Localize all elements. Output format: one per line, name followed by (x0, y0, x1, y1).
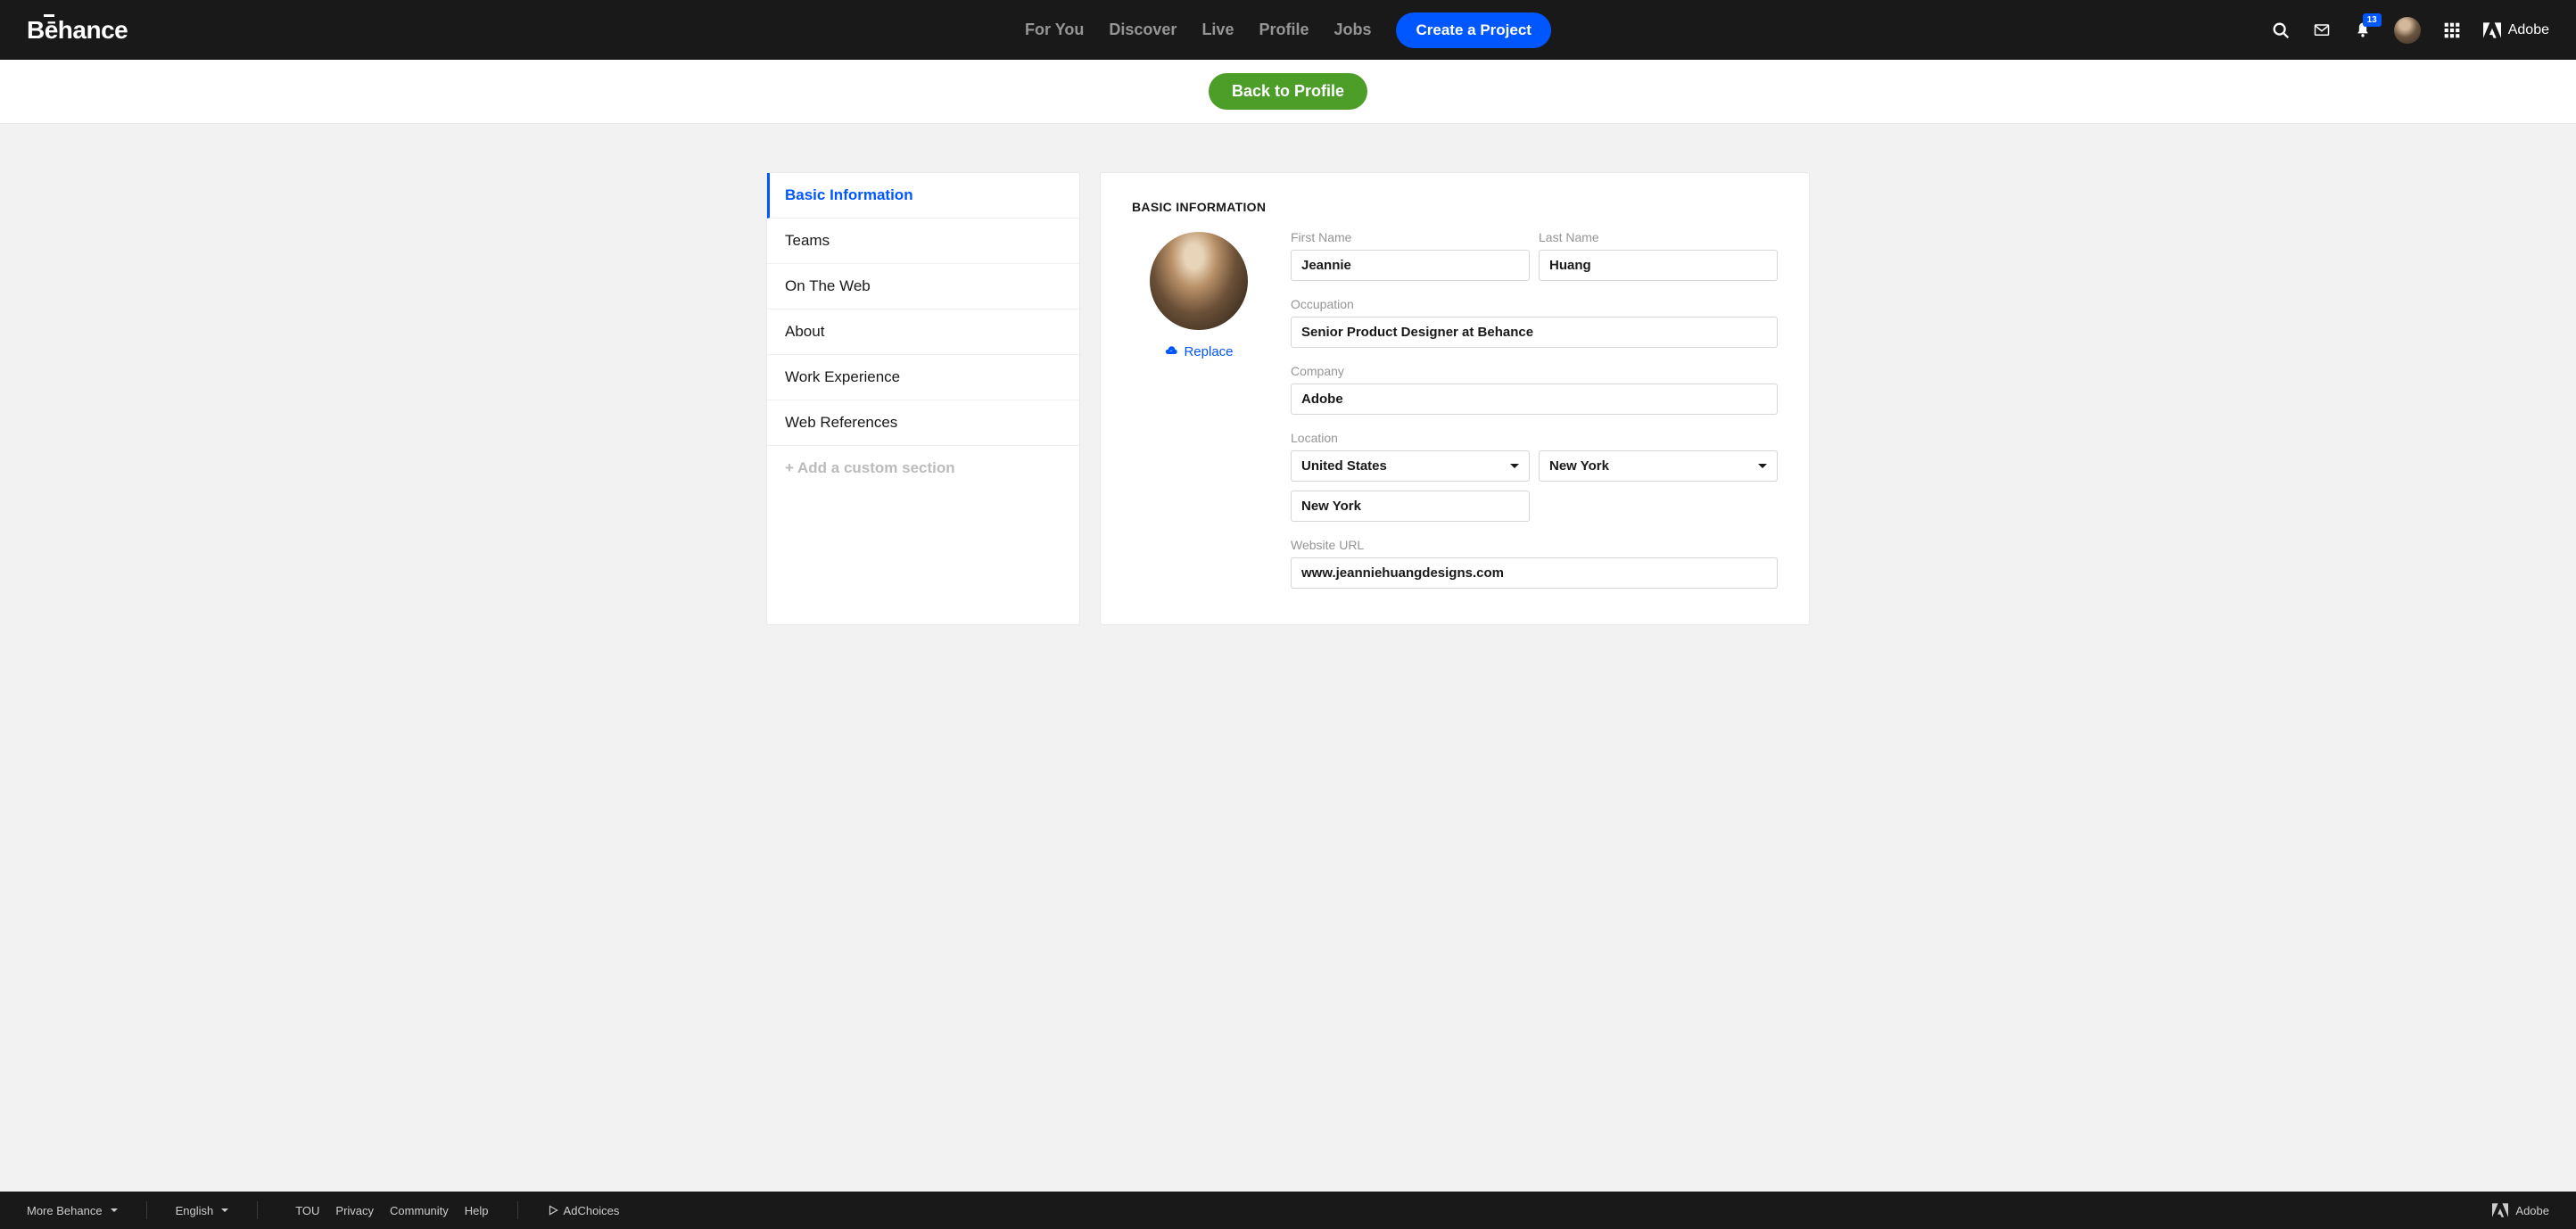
sidebar-add-custom-section[interactable]: + Add a custom section (767, 446, 1079, 491)
fields-column: First Name Last Name Occupation (1291, 230, 1778, 589)
nav-center: For You Discover Live Profile Jobs Creat… (1025, 12, 1551, 48)
settings-sidebar: Basic Information Teams On The Web About… (766, 172, 1080, 625)
chevron-down-icon (111, 1208, 118, 1212)
footer-separator (257, 1201, 258, 1219)
nav-jobs[interactable]: Jobs (1333, 21, 1371, 39)
behance-logo[interactable]: Bēhance (27, 16, 128, 45)
sidebar-item-on-the-web[interactable]: On The Web (767, 264, 1079, 309)
sidebar-item-work-experience[interactable]: Work Experience (767, 355, 1079, 400)
footer-language[interactable]: English (176, 1204, 229, 1217)
footer-adchoices[interactable]: AdChoices (547, 1204, 620, 1217)
chevron-down-icon (1758, 464, 1767, 468)
label-last-name: Last Name (1539, 230, 1778, 244)
notifications-icon[interactable]: 13 (2353, 21, 2373, 40)
replace-avatar-link[interactable]: Replace (1164, 344, 1233, 359)
profile-avatar (1150, 232, 1248, 330)
label-location: Location (1291, 431, 1778, 445)
state-select[interactable]: New York (1539, 450, 1778, 482)
label-company: Company (1291, 364, 1778, 378)
adobe-label: Adobe (2508, 22, 2549, 38)
adobe-brand[interactable]: Adobe (2483, 22, 2549, 38)
nav-right: 13 Adobe (2271, 17, 2549, 44)
adchoices-icon (547, 1204, 559, 1217)
chevron-down-icon (221, 1208, 228, 1212)
main-wrap: Basic Information Teams On The Web About… (757, 172, 1819, 661)
label-website: Website URL (1291, 538, 1778, 552)
search-icon[interactable] (2271, 21, 2291, 40)
avatar-column: Replace (1132, 230, 1266, 589)
adobe-logo-icon (2492, 1203, 2508, 1217)
first-name-input[interactable] (1291, 250, 1530, 281)
footer-tou[interactable]: TOU (295, 1204, 319, 1217)
country-select[interactable]: United States (1291, 450, 1530, 482)
nav-live[interactable]: Live (1201, 21, 1234, 39)
company-input[interactable] (1291, 384, 1778, 415)
nav-discover[interactable]: Discover (1109, 21, 1177, 39)
nav-for-you[interactable]: For You (1025, 21, 1084, 39)
sidebar-item-web-references[interactable]: Web References (767, 400, 1079, 446)
footer-separator (146, 1201, 147, 1219)
sidebar-item-about[interactable]: About (767, 309, 1079, 355)
avatar[interactable] (2394, 17, 2421, 44)
back-to-profile-button[interactable]: Back to Profile (1209, 73, 1367, 110)
label-occupation: Occupation (1291, 297, 1778, 311)
top-nav: Bēhance For You Discover Live Profile Jo… (0, 0, 2576, 60)
footer-privacy[interactable]: Privacy (335, 1204, 374, 1217)
sidebar-item-basic-information[interactable]: Basic Information (767, 173, 1079, 219)
website-input[interactable] (1291, 557, 1778, 589)
adobe-logo-icon (2483, 22, 2501, 38)
nav-profile[interactable]: Profile (1259, 21, 1309, 39)
apps-grid-icon[interactable] (2442, 21, 2462, 40)
last-name-input[interactable] (1539, 250, 1778, 281)
footer-separator (517, 1201, 518, 1219)
occupation-input[interactable] (1291, 317, 1778, 348)
form-card: BASIC INFORMATION Replace First Name Las… (1100, 172, 1810, 625)
sidebar-item-teams[interactable]: Teams (767, 219, 1079, 264)
mail-icon[interactable] (2312, 21, 2332, 40)
notification-badge: 13 (2363, 13, 2382, 27)
create-project-button[interactable]: Create a Project (1397, 12, 1551, 48)
footer-adobe[interactable]: Adobe (2492, 1203, 2549, 1217)
footer-more-behance[interactable]: More Behance (27, 1204, 118, 1217)
sub-bar: Back to Profile (0, 60, 2576, 124)
footer-community[interactable]: Community (390, 1204, 449, 1217)
chevron-down-icon (1510, 464, 1519, 468)
label-first-name: First Name (1291, 230, 1530, 244)
cloud-upload-icon (1164, 346, 1178, 359)
city-input[interactable] (1291, 491, 1530, 522)
form-heading: BASIC INFORMATION (1132, 200, 1778, 214)
footer: More Behance English TOU Privacy Communi… (0, 1192, 2576, 1229)
footer-help[interactable]: Help (465, 1204, 489, 1217)
